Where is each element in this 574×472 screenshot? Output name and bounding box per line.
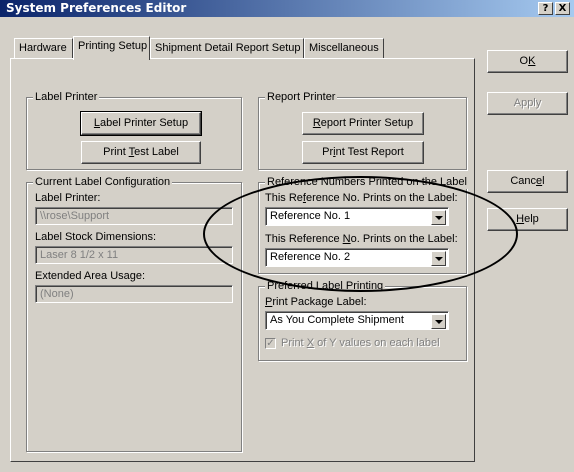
reference1-value: Reference No. 1 [270, 210, 351, 222]
print-package-label-caption: Print Package Label: [265, 296, 367, 308]
print-x-of-y-checkbox[interactable]: ✓ [265, 338, 276, 349]
ok-button[interactable]: OK [487, 50, 568, 73]
group-title: Label Printer [33, 91, 100, 104]
print-test-label-button[interactable]: Print Test Label [81, 141, 201, 164]
reference2-dropdown[interactable]: Reference No. 2 [265, 248, 449, 267]
group-title: Preferred Label Printing [265, 280, 386, 293]
extended-area-value: (None) [35, 285, 233, 303]
extended-area-caption: Extended Area Usage: [35, 270, 146, 282]
print-x-of-y-caption: Print X of Y values on each label [281, 337, 440, 349]
label-printer-setup-button[interactable]: Label Printer Setup [80, 111, 202, 136]
preferred-label-printing-group: Preferred Label Printing Print Package L… [258, 280, 467, 361]
reference-numbers-group: Reference Numbers Printed on the Label T… [258, 176, 469, 274]
report-printer-group: Report Printer Report Printer Setup Prin… [258, 91, 467, 170]
tab-shipment-detail-report-setup[interactable]: Shipment Detail Report Setup [150, 38, 304, 58]
tab-panel: Label Printer Label Printer Setup Print … [10, 58, 475, 462]
chevron-down-icon[interactable] [431, 314, 446, 329]
title-bar: System Preferences Editor ? X [0, 0, 574, 17]
print-package-label-dropdown[interactable]: As You Complete Shipment [265, 311, 449, 330]
current-label-configuration-group: Current Label Configuration Label Printe… [26, 176, 242, 452]
print-test-report-button[interactable]: Print Test Report [302, 141, 424, 164]
label-stock-caption: Label Stock Dimensions: [35, 231, 157, 243]
tab-miscellaneous[interactable]: Miscellaneous [304, 38, 384, 58]
group-title: Report Printer [265, 91, 338, 104]
group-title: Reference Numbers Printed on the Label [265, 176, 469, 189]
apply-button[interactable]: Apply [487, 92, 568, 115]
group-title: Current Label Configuration [33, 176, 173, 189]
window-title: System Preferences Editor [6, 1, 187, 15]
label-printer-caption: Label Printer: [35, 192, 101, 204]
help-button[interactable]: Help [487, 208, 568, 231]
reference1-caption: This Reference No. Prints on the Label: [265, 192, 458, 204]
reference1-dropdown[interactable]: Reference No. 1 [265, 207, 449, 226]
reference2-value: Reference No. 2 [270, 251, 351, 263]
label-printer-group: Label Printer Label Printer Setup Print … [26, 91, 242, 170]
cancel-button[interactable]: Cancel [487, 170, 568, 193]
preferences-window: System Preferences Editor ? X Hardware P… [0, 0, 574, 472]
tab-hardware[interactable]: Hardware [14, 38, 73, 58]
title-close-button[interactable]: X [555, 2, 570, 15]
reference2-caption: This Reference No. Prints on the Label: [265, 233, 458, 245]
chevron-down-icon[interactable] [431, 251, 446, 266]
tab-printing-setup[interactable]: Printing Setup [73, 36, 150, 60]
print-package-label-value: As You Complete Shipment [270, 314, 404, 326]
report-printer-setup-button[interactable]: Report Printer Setup [302, 112, 424, 135]
label-printer-value: \\rose\Support [35, 207, 233, 225]
label-stock-value: Laser 8 1/2 x 11 [35, 246, 233, 264]
chevron-down-icon[interactable] [431, 210, 446, 225]
title-help-button[interactable]: ? [538, 2, 553, 15]
